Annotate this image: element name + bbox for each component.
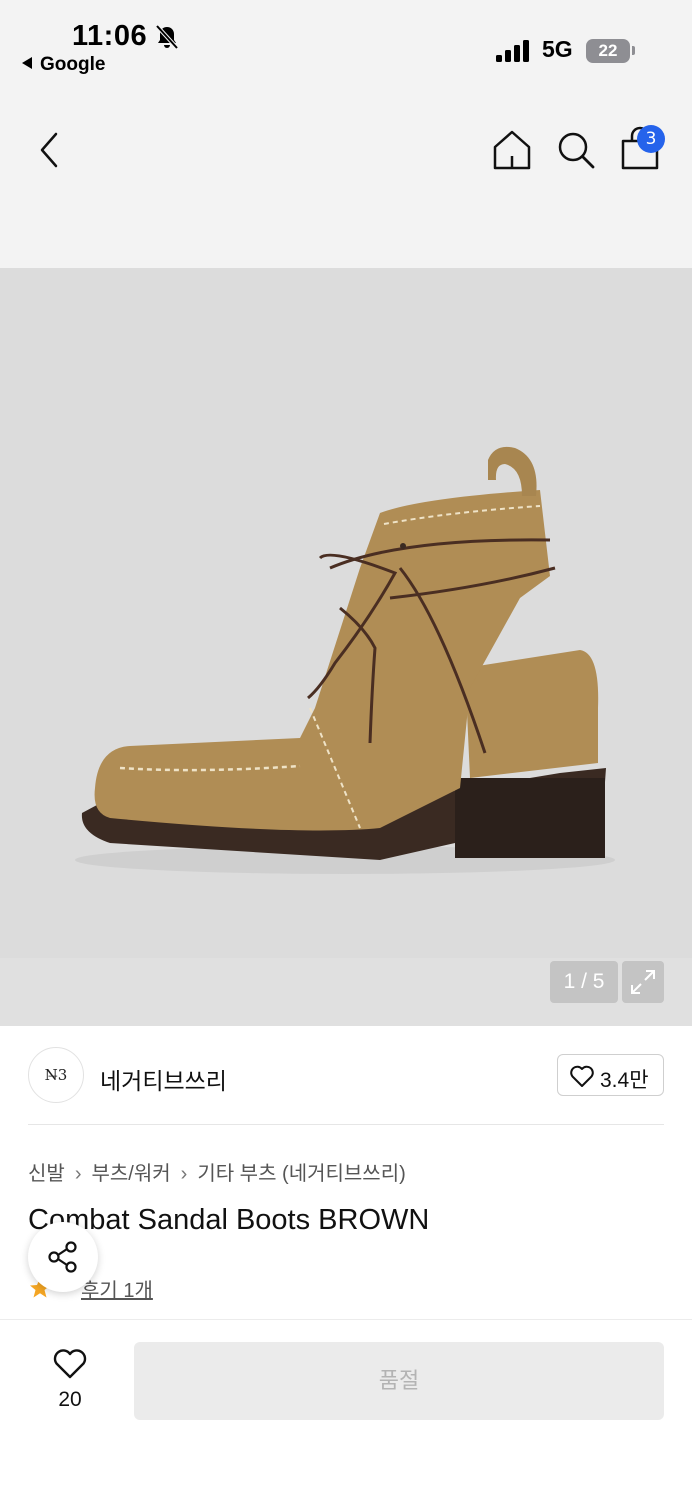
product-image-boot[interactable] <box>0 268 692 958</box>
back-to-app-link[interactable]: Google <box>22 54 105 76</box>
status-time: 11:06 <box>72 20 148 52</box>
brand-like-count: 3.4만 <box>600 1069 649 1092</box>
search-icon[interactable] <box>554 128 598 172</box>
review-count-link[interactable]: 후기 1개 <box>81 1274 153 1303</box>
status-bar: 11:06 Google 5G 22 <box>0 0 692 90</box>
brand-row[interactable]: N̶3 네거티브쓰리 3.4만 <box>0 1026 692 1126</box>
breadcrumb: 신발 › 부츠/워커 › 기타 부츠 (네거티브쓰리) <box>28 1157 406 1186</box>
share-icon <box>48 1241 77 1273</box>
heart-outline-icon <box>53 1349 87 1379</box>
back-app-label: Google <box>40 54 106 75</box>
battery-cap <box>632 46 635 55</box>
divider <box>28 1124 664 1125</box>
image-counter: 1 / 5 <box>550 961 618 1003</box>
cart-count-badge: 3 <box>637 125 665 153</box>
wishlist-count: 20 <box>58 1388 82 1411</box>
wishlist-button[interactable]: 20 <box>40 1344 100 1414</box>
network-type: 5G <box>542 36 573 62</box>
heart-outline-icon <box>570 1065 594 1087</box>
cellular-signal-icon <box>496 40 529 62</box>
back-chevron-icon[interactable] <box>30 128 70 172</box>
brand-like-button[interactable]: 3.4만 <box>557 1054 664 1096</box>
chevron-right-icon: › <box>180 1163 188 1185</box>
breadcrumb-item[interactable]: 신발 <box>28 1163 65 1185</box>
bell-off-icon <box>155 24 179 50</box>
expand-icon[interactable] <box>622 961 664 1003</box>
breadcrumb-item[interactable]: 기타 부츠 (네거티브쓰리) <box>197 1163 405 1185</box>
bottom-action-bar: 20 품절 <box>0 1319 692 1500</box>
back-triangle-icon <box>22 57 32 69</box>
breadcrumb-item[interactable]: 부츠/워커 <box>91 1163 170 1185</box>
app-header <box>0 90 692 268</box>
brand-name[interactable]: 네거티브쓰리 <box>100 1062 227 1096</box>
product-gallery[interactable]: 1 / 5 <box>0 268 692 1026</box>
chevron-right-icon: › <box>74 1163 82 1185</box>
home-icon[interactable] <box>490 128 534 172</box>
brand-logo[interactable]: N̶3 <box>28 1047 84 1103</box>
sold-out-button[interactable]: 품절 <box>134 1342 664 1420</box>
battery-icon: 22 <box>586 39 630 63</box>
share-button[interactable] <box>28 1222 98 1292</box>
